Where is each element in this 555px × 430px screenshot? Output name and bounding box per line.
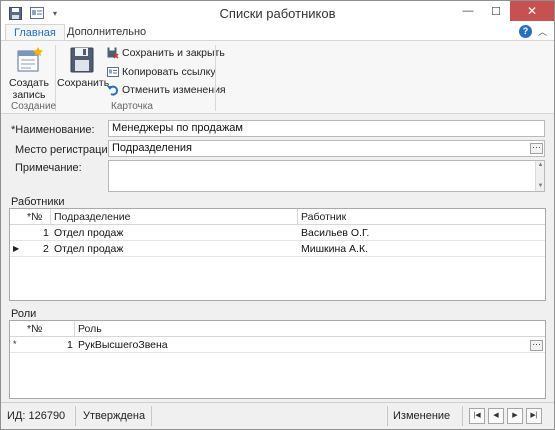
- help-icon[interactable]: ?: [519, 25, 532, 38]
- create-record-button[interactable]: Создать запись: [9, 45, 49, 101]
- workers-grid-header: *№ Подразделение Работник: [10, 209, 545, 225]
- row-worker: Васильев О.Г.: [301, 227, 370, 239]
- row-num: 1: [43, 227, 49, 239]
- row-worker: Мишкина А.К.: [301, 243, 369, 255]
- roles-title: Роли: [11, 308, 37, 320]
- name-field[interactable]: Менеджеры по продажам: [108, 120, 545, 137]
- window-controls: — ☐ ✕: [454, 1, 554, 21]
- col-num[interactable]: *№: [27, 323, 42, 335]
- registration-value: Подразделения: [112, 142, 192, 154]
- next-record-icon[interactable]: ▶: [507, 408, 523, 424]
- record-status: Утверждена: [83, 410, 146, 422]
- roles-grid-header: *№ Роль: [10, 321, 545, 337]
- name-label: *Наименование:: [11, 124, 95, 136]
- status-bar: ИД: 126790 Утверждена Изменение |◀ ◀ ▶ ▶…: [1, 402, 554, 429]
- create-label-line2: запись: [12, 89, 46, 101]
- row-role: РукВысшегоЗвена: [78, 339, 168, 351]
- column-divider: [74, 321, 75, 337]
- column-divider: [50, 209, 51, 225]
- save-label: Сохранить: [57, 77, 110, 89]
- record-id: ИД: 126790: [7, 410, 66, 422]
- first-record-icon[interactable]: |◀: [469, 408, 485, 424]
- status-divider: [75, 406, 76, 426]
- row-new-icon: *: [13, 339, 17, 349]
- save-close-label: Сохранить и закрыть: [122, 47, 225, 59]
- registration-picker-button[interactable]: ···: [530, 143, 543, 154]
- save-button[interactable]: Сохранить: [57, 45, 110, 89]
- app-window: ▾ Списки работников — ☐ ✕ Главная Дополн…: [0, 0, 555, 430]
- scroll-up-icon[interactable]: ▲: [536, 161, 545, 169]
- workers-title: Работники: [11, 196, 65, 208]
- save-close-icon: [107, 47, 119, 59]
- scroll-down-icon[interactable]: ▼: [536, 182, 545, 190]
- col-department[interactable]: Подразделение: [54, 211, 131, 223]
- role-picker-button[interactable]: ···: [530, 340, 543, 351]
- close-icon[interactable]: ✕: [510, 1, 554, 21]
- undo-changes-button[interactable]: Отменить изменения: [107, 84, 226, 96]
- column-divider: [297, 209, 298, 225]
- current-row-icon: ▶: [13, 244, 20, 253]
- registration-field[interactable]: Подразделения: [108, 140, 545, 157]
- copy-link-icon: [107, 66, 119, 78]
- create-label-line1: Создать: [9, 77, 49, 89]
- row-num: 1: [67, 339, 73, 351]
- row-num: 2: [43, 243, 49, 255]
- note-field[interactable]: [108, 160, 545, 192]
- col-num[interactable]: *№: [27, 211, 42, 223]
- col-role[interactable]: Роль: [78, 323, 102, 335]
- note-scrollbar[interactable]: ▲ ▼: [535, 161, 544, 191]
- undo-icon: [107, 84, 119, 96]
- collapse-ribbon-icon[interactable]: ︿: [538, 25, 547, 38]
- save-big-icon: [66, 45, 98, 75]
- status-divider: [462, 406, 463, 426]
- col-worker[interactable]: Работник: [301, 211, 346, 223]
- table-row[interactable]: ▶ 2 Отдел продаж Мишкина А.К.: [10, 242, 545, 257]
- note-label: Примечание:: [15, 162, 82, 174]
- ribbon-tabs: Главная Дополнительно ? ︿: [1, 22, 554, 42]
- save-and-close-button[interactable]: Сохранить и закрыть: [107, 47, 225, 59]
- status-divider: [151, 406, 152, 426]
- copy-link-label: Копировать ссылку: [122, 66, 216, 78]
- table-row[interactable]: 1 Отдел продаж Васильев О.Г.: [10, 226, 545, 241]
- minimize-icon[interactable]: —: [454, 1, 482, 21]
- row-department: Отдел продаж: [54, 243, 124, 255]
- registration-label: Место регистрации:: [15, 144, 117, 156]
- status-divider: [387, 406, 388, 426]
- table-row[interactable]: * 1 РукВысшегоЗвена ···: [10, 338, 545, 353]
- edit-mode: Изменение: [393, 410, 451, 422]
- group-label-create: Создание: [11, 101, 57, 112]
- previous-record-icon[interactable]: ◀: [488, 408, 504, 424]
- workers-grid[interactable]: *№ Подразделение Работник 1 Отдел продаж…: [9, 208, 546, 301]
- group-label-card: Карточка: [111, 101, 153, 112]
- row-department: Отдел продаж: [54, 227, 124, 239]
- maximize-icon[interactable]: ☐: [482, 1, 510, 21]
- undo-label: Отменить изменения: [122, 84, 226, 96]
- roles-grid[interactable]: *№ Роль * 1 РукВысшегоЗвена ···: [9, 320, 546, 399]
- copy-link-button[interactable]: Копировать ссылку: [107, 66, 216, 78]
- group-separator: [215, 45, 216, 111]
- create-record-icon: [13, 45, 45, 75]
- last-record-icon[interactable]: ▶|: [526, 408, 542, 424]
- ribbon-panel: Создать запись Сохранить Сохранить и зак…: [1, 40, 554, 114]
